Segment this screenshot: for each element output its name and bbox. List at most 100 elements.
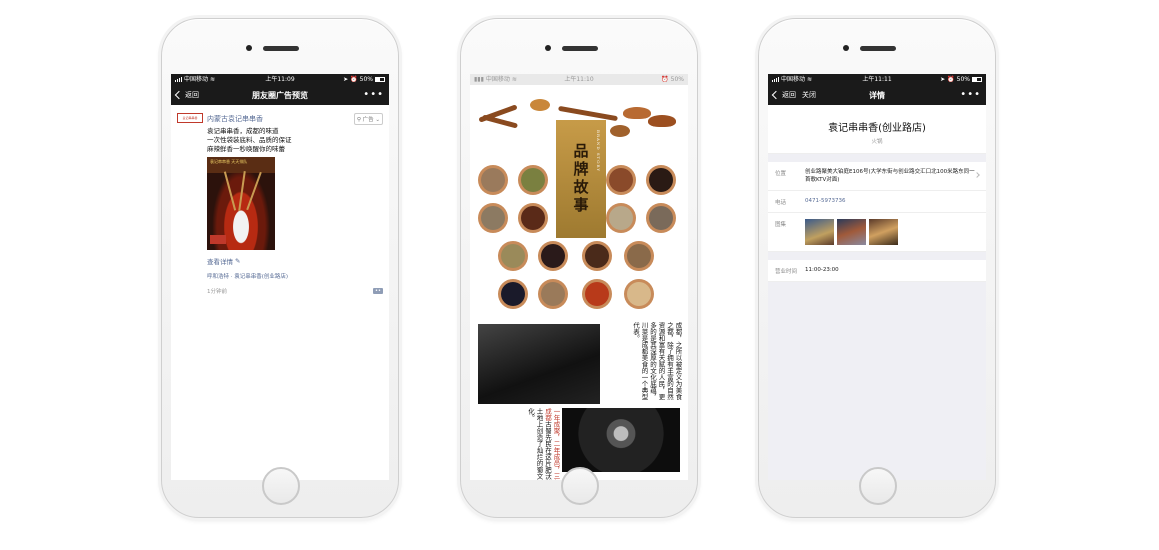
home-button[interactable] [859, 467, 897, 505]
spice-bowl [624, 241, 654, 271]
brand-story-subtitle: BRAND STORY [596, 130, 601, 173]
nav-bar: 返回 关闭 详情 ••• [768, 85, 986, 105]
spice-bowl [518, 165, 548, 195]
more-menu-button[interactable]: ••• [363, 90, 384, 100]
comment-icon[interactable]: •• [373, 288, 383, 294]
spice-bowl [606, 203, 636, 233]
phone-screen: 中国移动 ≋ 上午11:11 ➤ ⏰ 50% 返回 关闭 详情 ••• 袁记串串… [768, 74, 986, 480]
spice-bowl [624, 279, 654, 309]
status-time: 上午11:11 [862, 76, 892, 83]
gallery-label: 图集 [775, 222, 787, 228]
chevron-left-icon [174, 90, 184, 100]
moments-ad-post: 袁记串串香 内蒙古袁记串串香 ⚲ 广告 ⌄ 袁记串串香，成都的味道 一次性袋装底… [171, 105, 389, 303]
gallery-thumbnails [805, 219, 898, 245]
address-row[interactable]: 位置 创业路聚美大铂庭E106号(大学东街与创业路交汇口北100米路东同一首歌K… [768, 162, 986, 191]
post-text: 袁记串串香，成都的味道 一次性袋装底料、品质的保证 麻辣鲜香一秒唤醒你的味蕾 [207, 127, 383, 154]
page-title: 朋友圈广告预览 [252, 90, 308, 100]
story-paragraph-2: 一年成聚，二年成邑，三年成都古蜀先民在这片肥沃的土地上创造了灿烂的蜀文化。 [480, 408, 561, 480]
spice-bowl [518, 203, 548, 233]
spice-bowl [498, 279, 528, 309]
skewer-shape [238, 171, 246, 211]
brand-story-title: 品牌故事 [571, 143, 590, 215]
spice-bowl [478, 165, 508, 195]
spice-bowl [582, 279, 612, 309]
section-gap [768, 154, 986, 162]
gallery-row: 图集 [768, 213, 986, 252]
status-time: 上午11:10 [564, 76, 594, 83]
gallery-thumbnail[interactable] [869, 219, 898, 245]
cinnamon-stick [558, 105, 618, 122]
post-time: 1分钟前 [207, 289, 227, 295]
hotpot-ad-image[interactable]: 袁记串串香 天天排队 [207, 157, 275, 250]
address-value: 创业路聚美大铂庭E106号(大学东街与创业路交汇口北100米路东同一首歌KTV对… [805, 169, 975, 183]
status-bar: ▮▮▮ 中国移动 ≋ 上午11:10 ⏰ 50% [470, 74, 688, 85]
chevron-left-icon [771, 90, 781, 100]
status-bar: 中国移动 ≋ 上午11:09 ➤ ⏰ 50% [171, 74, 389, 85]
spice-bowl [646, 165, 676, 195]
story-paragraph-1: 成都，之所以被定义为美食之都，除了拥有丰富的自然资源和富有天赋的人民，更多的是其… [604, 322, 683, 406]
brand-stamp [210, 235, 226, 244]
back-label: 返回 [782, 91, 796, 99]
spice-bowl [606, 165, 636, 195]
cinnamon-stick [481, 114, 519, 129]
back-label: 返回 [185, 91, 199, 99]
hours-label: 营业时间 [775, 269, 798, 275]
phone-frame-brand-story: ▮▮▮ 中国移动 ≋ 上午11:10 ⏰ 50% 品牌故事 BRAND STOR… [460, 18, 698, 518]
chevron-right-icon [974, 172, 980, 178]
advertiser-name-link[interactable]: 内蒙古袁记串串香 [207, 114, 263, 124]
image-banner-text: 袁记串串香 天天排队 [210, 159, 248, 164]
ad-tag-label: 广告 [362, 117, 374, 123]
address-label: 位置 [775, 171, 787, 177]
section-gap [768, 252, 986, 260]
earpiece-speaker [263, 46, 299, 51]
skewer-shape [223, 171, 237, 211]
phone-frame-store-detail: 中国移动 ≋ 上午11:11 ➤ ⏰ 50% 返回 关闭 详情 ••• 袁记串串… [758, 18, 996, 518]
spice-bowl [478, 203, 508, 233]
view-details-link[interactable]: 查看详情 ✎ [207, 256, 383, 266]
close-button[interactable]: 关闭 [802, 90, 816, 100]
phone-screen: 中国移动 ≋ 上午11:09 ➤ ⏰ 50% 返回 朋友圈广告预览 ••• 袁记… [171, 74, 389, 480]
sichuan-opera-photo [562, 408, 680, 472]
location-link[interactable]: 呼和浩特 · 袁记串串香(创业路店) [207, 272, 383, 280]
post-text-line: 麻辣鲜香一秒唤醒你的味蕾 [207, 145, 285, 153]
more-menu-button[interactable]: ••• [960, 90, 981, 100]
brand-story-banner: 品牌故事 BRAND STORY [556, 120, 606, 238]
front-camera [246, 45, 252, 51]
phone-row[interactable]: 电话 0471-5973736 [768, 191, 986, 213]
front-camera [843, 45, 849, 51]
post-text-line: 袁记串串香，成都的味道 [207, 127, 279, 135]
home-button[interactable] [262, 467, 300, 505]
status-time: 上午11:09 [265, 76, 295, 83]
location-pin-icon: ⚲ [356, 117, 361, 123]
phone-screen: ▮▮▮ 中国移动 ≋ 上午11:10 ⏰ 50% 品牌故事 BRAND STOR… [470, 74, 688, 480]
chevron-down-icon: ⌄ [375, 117, 380, 123]
spice-bowl [498, 241, 528, 271]
story-text: 成都，之所以被定义为美食之都，除了拥有丰富的自然资源和富有天赋的人民，更多的是其… [631, 322, 683, 400]
ad-tag-button[interactable]: ⚲ 广告 ⌄ [353, 113, 383, 125]
battery-icon [375, 77, 385, 82]
back-button[interactable]: 返回 [174, 90, 199, 100]
spice-bowl [646, 203, 676, 233]
spice-bowl [538, 279, 568, 309]
post-body: 内蒙古袁记串串香 ⚲ 广告 ⌄ 袁记串串香，成都的味道 一次性袋装底料、品质的保… [207, 113, 383, 295]
phone-frame-ad-preview: 中国移动 ≋ 上午11:09 ➤ ⏰ 50% 返回 朋友圈广告预览 ••• 袁记… [161, 18, 399, 518]
chengdu-street-photo [478, 324, 600, 404]
skewer-shape [246, 171, 262, 211]
store-header: 袁记串串香(创业路店) 火锅 [768, 105, 986, 154]
spice-spoon [610, 125, 630, 137]
front-camera [545, 45, 551, 51]
spice-collage: 品牌故事 BRAND STORY [470, 85, 688, 310]
back-button[interactable]: 返回 [771, 90, 796, 100]
phone-number-link[interactable]: 0471-5973736 [805, 197, 979, 205]
avatar[interactable]: 袁记串串香 [177, 113, 203, 123]
hours-row: 营业时间 11:00-23:00 [768, 260, 986, 282]
store-name: 袁记串串香(创业路店) [828, 123, 926, 134]
brand-story-section: 成都，之所以被定义为美食之都，除了拥有丰富的自然资源和富有天赋的人民，更多的是其… [470, 316, 688, 480]
gallery-thumbnail[interactable] [837, 219, 866, 245]
spice-powder [648, 115, 676, 127]
home-button[interactable] [561, 467, 599, 505]
pencil-icon: ✎ [235, 257, 241, 265]
gallery-thumbnail[interactable] [805, 219, 834, 245]
earpiece-speaker [562, 46, 598, 51]
hours-value: 11:00-23:00 [805, 267, 839, 273]
